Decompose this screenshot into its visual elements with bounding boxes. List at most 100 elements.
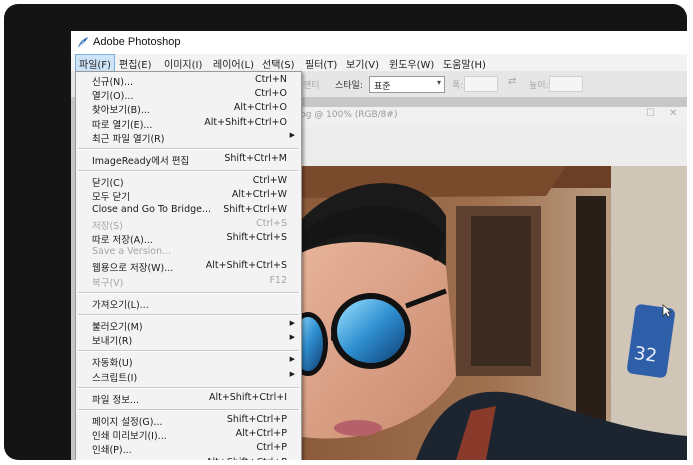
maximize-icon[interactable]: ☐: [646, 108, 655, 119]
file-menu-item[interactable]: 모두 닫기 Alt+Ctrl+W: [76, 189, 301, 204]
file-menu-item[interactable]: 파일 정보... Alt+Shift+Ctrl+I: [76, 391, 301, 406]
file-menu-item[interactable]: Close and Go To Bridge... Shift+Ctrl+W: [76, 204, 301, 217]
menu-edit[interactable]: 편집(E): [116, 55, 155, 72]
file-menu-item[interactable]: 페이지 설정(G)... Shift+Ctrl+P: [76, 414, 301, 428]
width-field[interactable]: [464, 76, 498, 92]
menu-help[interactable]: 도움말(H): [440, 55, 489, 72]
file-menu-item-label: Close and Go To Bridge...: [92, 203, 212, 215]
file-menu-item-shortcut: Ctrl+O: [254, 88, 287, 100]
menu-select[interactable]: 선택(S): [259, 55, 298, 72]
photoshop-feather-icon: [78, 37, 88, 48]
file-menu-item-shortcut: Shift+Ctrl+W: [223, 203, 287, 215]
width-label: 폭:: [452, 81, 464, 91]
document-canvas-margin: [296, 127, 687, 166]
menu-separator: [78, 148, 299, 150]
file-menu-item-shortcut: Alt+Shift+Ctrl+P: [206, 457, 287, 460]
menu-separator: [78, 409, 299, 411]
file-menu-item[interactable]: 닫기(C) Ctrl+W: [76, 175, 301, 190]
file-menu-item[interactable]: 찾아보기(B)... Alt+Ctrl+O: [76, 102, 301, 117]
file-menu-item[interactable]: 스크립트(I) ▶: [76, 369, 301, 384]
svg-text:32: 32: [633, 343, 659, 367]
file-menu-item[interactable]: 인쇄 미리보기(I)... Alt+Ctrl+P: [76, 428, 301, 442]
file-menu-item-shortcut: Alt+Shift+Ctrl+S: [205, 260, 287, 272]
file-menu-item-shortcut: Alt+Ctrl+O: [233, 102, 287, 114]
file-menu-item: Save a Version...: [76, 246, 301, 259]
file-menu-item-shortcut: Ctrl+N: [255, 74, 287, 85]
file-menu-item[interactable]: 인쇄(P)... Ctrl+P: [76, 442, 301, 457]
chevron-down-icon: ▾: [436, 78, 441, 87]
file-menu-item-label: 신규(N)...: [92, 77, 134, 88]
style-select[interactable]: 표준 ▾: [369, 76, 445, 93]
antialias-label: 앤티: [303, 81, 320, 91]
file-menu-item-label: ImageReady에서 편집: [92, 156, 190, 167]
file-menu-dropdown: 신규(N)... Ctrl+N 열기(O)... Ctrl+O 찾아보기(B)... Al…: [75, 71, 302, 460]
app-title: Adobe Photoshop: [93, 36, 181, 48]
file-menu-item[interactable]: 자동화(U) ▶: [76, 355, 301, 370]
file-menu-item: 복구(V) F12: [76, 274, 301, 289]
file-menu-item-label: 모두 닫기: [92, 192, 130, 204]
submenu-arrow-icon: ▶: [289, 333, 295, 342]
menu-view[interactable]: 보기(V): [343, 55, 382, 72]
menu-filter[interactable]: 필터(T): [302, 55, 340, 72]
file-menu-item-label: Save a Version...: [92, 246, 172, 258]
file-menu-item[interactable]: 따로 저장(A)... Shift+Ctrl+S: [76, 232, 301, 246]
file-menu-item[interactable]: 한 부 인쇄(T) Alt+Shift+Ctrl+P: [76, 457, 301, 460]
file-menu-item-label: 저장(S): [92, 220, 123, 232]
file-menu-item[interactable]: 따로 열기(E)... Alt+Shift+Ctrl+O: [76, 116, 301, 131]
screen: Adobe Photoshop 파일(F) 편집(E) 이미지(I) 레이어(L…: [71, 31, 687, 460]
file-menu-item-label: 웹용으로 저장(W)...: [92, 263, 174, 275]
document-title: pg @ 100% (RGB/8#): [300, 110, 398, 120]
file-menu-item-label: 따로 저장(A)...: [92, 235, 153, 246]
file-menu-item-label: 최근 파일 열기(R): [92, 133, 165, 145]
file-menu-item-shortcut: F12: [269, 274, 287, 286]
file-menu-item-label: 가져오기(L)...: [92, 299, 149, 311]
style-label: 스타일:: [335, 81, 363, 91]
file-menu-item-shortcut: Shift+Ctrl+P: [226, 414, 287, 425]
file-menu-item-shortcut: Alt+Shift+Ctrl+I: [208, 391, 287, 403]
submenu-arrow-icon: ▶: [289, 130, 295, 139]
close-icon[interactable]: ✕: [669, 108, 677, 119]
file-menu-item-label: 닫기(C): [92, 178, 124, 190]
menu-layer[interactable]: 레이어(L): [210, 55, 257, 72]
file-menu-item[interactable]: 보내기(R) ▶: [76, 333, 301, 348]
file-menu-item-shortcut: Ctrl+W: [252, 175, 287, 187]
file-menu-item-shortcut: Alt+Ctrl+W: [231, 189, 287, 201]
submenu-arrow-icon: ▶: [289, 369, 295, 378]
document-photo[interactable]: 32: [296, 166, 687, 460]
file-menu-item[interactable]: 웹용으로 저장(W)... Alt+Shift+Ctrl+S: [76, 260, 301, 275]
file-menu-item-shortcut: Alt+Ctrl+P: [235, 428, 287, 440]
file-menu-item-label: 찾아보기(B)...: [92, 105, 150, 117]
menu-separator: [78, 386, 299, 389]
file-menu-item[interactable]: 불러오기(M) ▶: [76, 319, 301, 333]
menu-window[interactable]: 윈도우(W): [386, 55, 437, 72]
file-menu-item-shortcut: Ctrl+P: [256, 442, 287, 454]
file-menu-item[interactable]: ImageReady에서 편집 Shift+Ctrl+M: [76, 153, 301, 167]
file-menu-item[interactable]: 가져오기(L)...: [76, 297, 301, 311]
height-label: 높이:: [529, 81, 549, 91]
file-menu-item-label: 보내기(R): [92, 336, 133, 348]
file-menu-item[interactable]: 신규(N)... Ctrl+N: [76, 74, 301, 88]
menu-separator: [78, 350, 299, 353]
file-menu-item-label: 인쇄(P)...: [92, 445, 132, 457]
file-menu-item-shortcut: Shift+Ctrl+M: [224, 153, 287, 164]
file-menu-item-label: 자동화(U): [92, 358, 133, 370]
menu-separator: [78, 314, 299, 316]
document-titlebar: pg @ 100% (RGB/8#) ☐ ✕: [296, 107, 687, 127]
submenu-arrow-icon: ▶: [289, 319, 295, 327]
file-menu-item-shortcut: Ctrl+S: [256, 217, 287, 229]
file-menu-item-label: 파일 정보...: [92, 394, 140, 406]
file-menu-item-label: 열기(O)...: [92, 91, 134, 103]
swap-icon[interactable]: ⇄: [508, 76, 516, 87]
menu-image[interactable]: 이미지(I): [161, 55, 205, 72]
file-menu-item-label: 스크립트(I): [92, 372, 138, 384]
file-menu-item-label: 따로 열기(E)...: [92, 119, 153, 131]
menu-separator: [78, 170, 299, 173]
file-menu-item[interactable]: 열기(O)... Ctrl+O: [76, 88, 301, 103]
menu-separator: [78, 291, 299, 294]
height-field[interactable]: [549, 76, 583, 92]
menu-bar: 파일(F) 편집(E) 이미지(I) 레이어(L) 선택(S) 필터(T) 보기…: [71, 54, 687, 73]
submenu-arrow-icon: ▶: [289, 355, 295, 364]
title-bar: Adobe Photoshop: [71, 31, 687, 54]
file-menu-item[interactable]: 최근 파일 열기(R) ▶: [76, 130, 301, 145]
file-menu-item-shortcut: Alt+Shift+Ctrl+O: [204, 116, 287, 128]
